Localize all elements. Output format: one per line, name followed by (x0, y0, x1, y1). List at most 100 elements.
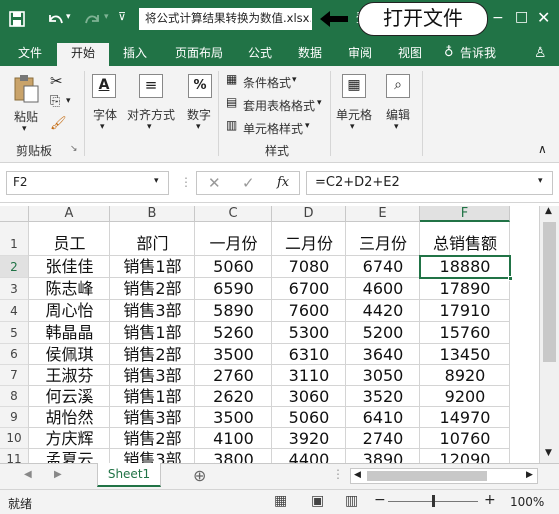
column-header-e[interactable]: E (346, 206, 420, 222)
zoom-slider-thumb[interactable] (432, 495, 435, 507)
table-cell-a6[interactable]: 侯佩琪 (29, 344, 110, 365)
horizontal-scroll-thumb[interactable] (367, 471, 487, 481)
table-cell-e2[interactable]: 6740 (346, 256, 420, 278)
header-cell-b1[interactable]: 部门 (110, 222, 195, 256)
table-cell-e11[interactable]: 3890 (346, 449, 420, 463)
cell-style-button[interactable]: 单元格样式 (243, 120, 303, 137)
font-icon[interactable]: A (92, 74, 116, 98)
table-cell-c9[interactable]: 3500 (195, 407, 272, 428)
table-cell-d10[interactable]: 3920 (272, 428, 346, 449)
table-cell-e10[interactable]: 2740 (346, 428, 420, 449)
conditional-format-dropdown-icon[interactable]: ▾ (292, 75, 297, 85)
align-dropdown-icon[interactable]: ▾ (147, 122, 152, 132)
table-cell-b8[interactable]: 销售1部 (110, 386, 195, 407)
row-header-9[interactable]: 9 (0, 407, 29, 428)
table-cell-c5[interactable]: 5260 (195, 322, 272, 344)
normal-view-icon[interactable]: ▦ (274, 493, 287, 509)
table-cell-a11[interactable]: 孟夏云 (29, 449, 110, 463)
add-sheet-icon[interactable]: ⊕ (193, 466, 206, 485)
row-header-6[interactable]: 6 (0, 344, 29, 365)
column-header-f[interactable]: F (420, 206, 510, 222)
clipboard-launcher-icon[interactable]: ↘ (70, 144, 78, 154)
page-break-view-icon[interactable]: ▥ (345, 493, 358, 509)
expand-formula-bar-icon[interactable]: ▾ (538, 176, 543, 186)
number-label[interactable]: 数字 (184, 106, 214, 123)
table-cell-d2[interactable]: 7080 (272, 256, 346, 278)
table-cell-b3[interactable]: 销售2部 (110, 278, 195, 300)
edit-label[interactable]: 编辑 (383, 106, 413, 123)
close-icon[interactable]: ✕ (537, 8, 550, 27)
tab-file[interactable]: 文件 (8, 43, 52, 66)
table-cell-b9[interactable]: 销售3部 (110, 407, 195, 428)
format-painter-icon[interactable]: 🖌 (50, 116, 67, 131)
column-header-c[interactable]: C (195, 206, 272, 222)
copy-icon[interactable]: ⎘ (50, 94, 60, 109)
table-cell-f8[interactable]: 9200 (420, 386, 510, 407)
header-cell-a1[interactable]: 员工 (29, 222, 110, 256)
scroll-down-icon[interactable]: ▼ (545, 448, 552, 458)
table-cell-b6[interactable]: 销售2部 (110, 344, 195, 365)
sheet-tab-sheet1[interactable]: Sheet1 (97, 463, 161, 487)
scroll-right-icon[interactable]: ▶ (526, 470, 533, 480)
table-cell-e3[interactable]: 4600 (346, 278, 420, 300)
row-header-1[interactable]: 1 (0, 222, 29, 256)
table-cell-c6[interactable]: 3500 (195, 344, 272, 365)
table-cell-c3[interactable]: 6590 (195, 278, 272, 300)
copy-dropdown-icon[interactable]: ▾ (66, 96, 71, 106)
tab-insert[interactable]: 插入 (113, 43, 157, 66)
table-cell-d4[interactable]: 7600 (272, 300, 346, 322)
table-cell-f11[interactable]: 12090 (420, 449, 510, 463)
table-cell-b10[interactable]: 销售2部 (110, 428, 195, 449)
header-cell-c1[interactable]: 一月份 (195, 222, 272, 256)
cells-icon[interactable]: ▦ (342, 74, 366, 98)
next-sheet-icon[interactable]: ▶ (54, 469, 62, 480)
prev-sheet-icon[interactable]: ◀ (24, 469, 32, 480)
table-cell-f9[interactable]: 14970 (420, 407, 510, 428)
table-cell-b7[interactable]: 销售3部 (110, 365, 195, 386)
redo-dropdown-icon[interactable]: ▾ (104, 12, 109, 22)
table-cell-b4[interactable]: 销售3部 (110, 300, 195, 322)
font-dropdown-icon[interactable]: ▾ (100, 122, 105, 132)
column-header-b[interactable]: B (110, 206, 195, 222)
paste-icon[interactable] (12, 74, 40, 104)
table-cell-a7[interactable]: 王淑芬 (29, 365, 110, 386)
zoom-in-icon[interactable]: + (484, 492, 496, 508)
cut-icon[interactable]: ✂ (50, 72, 63, 90)
paste-label[interactable]: 粘贴 (11, 108, 41, 125)
table-cell-f7[interactable]: 8920 (420, 365, 510, 386)
table-cell-a2[interactable]: 张佳佳 (29, 256, 110, 278)
header-cell-f1[interactable]: 总销售额 (420, 222, 510, 256)
table-cell-d7[interactable]: 3110 (272, 365, 346, 386)
vertical-scrollbar[interactable]: ▲ ▼ (539, 206, 559, 463)
table-cell-c10[interactable]: 4100 (195, 428, 272, 449)
collapse-ribbon-icon[interactable]: ∧ (538, 142, 547, 156)
zoom-level[interactable]: 100% (510, 495, 544, 509)
header-cell-e1[interactable]: 三月份 (346, 222, 420, 256)
tab-page-layout[interactable]: 页面布局 (166, 43, 232, 66)
row-header-8[interactable]: 8 (0, 386, 29, 407)
scroll-up-icon[interactable]: ▲ (545, 206, 552, 216)
number-dropdown-icon[interactable]: ▾ (196, 122, 201, 132)
fill-handle[interactable] (508, 276, 513, 281)
undo-icon[interactable] (46, 11, 64, 27)
table-cell-d8[interactable]: 3060 (272, 386, 346, 407)
table-cell-b11[interactable]: 销售3部 (110, 449, 195, 463)
table-cell-f10[interactable]: 10760 (420, 428, 510, 449)
table-cell-c4[interactable]: 5890 (195, 300, 272, 322)
zoom-out-icon[interactable]: − (374, 492, 386, 508)
horizontal-scrollbar[interactable]: ◀ ▶ (350, 468, 538, 484)
edit-dropdown-icon[interactable]: ▾ (394, 122, 399, 132)
row-header-2[interactable]: 2 (0, 256, 29, 278)
tab-view[interactable]: 视图 (390, 43, 430, 66)
font-label[interactable]: 字体 (90, 106, 120, 123)
formula-input[interactable]: =C2+D2+E2 (306, 171, 553, 195)
ribbon-display-icon[interactable]: − (492, 10, 504, 26)
align-label[interactable]: 对齐方式 (124, 106, 178, 123)
vertical-scroll-thumb[interactable] (543, 222, 556, 362)
table-cell-c2[interactable]: 5060 (195, 256, 272, 278)
row-header-7[interactable]: 7 (0, 365, 29, 386)
insert-function-icon[interactable]: fx (277, 175, 289, 190)
table-cell-a9[interactable]: 胡怡然 (29, 407, 110, 428)
table-cell-c7[interactable]: 2760 (195, 365, 272, 386)
table-cell-a3[interactable]: 陈志峰 (29, 278, 110, 300)
